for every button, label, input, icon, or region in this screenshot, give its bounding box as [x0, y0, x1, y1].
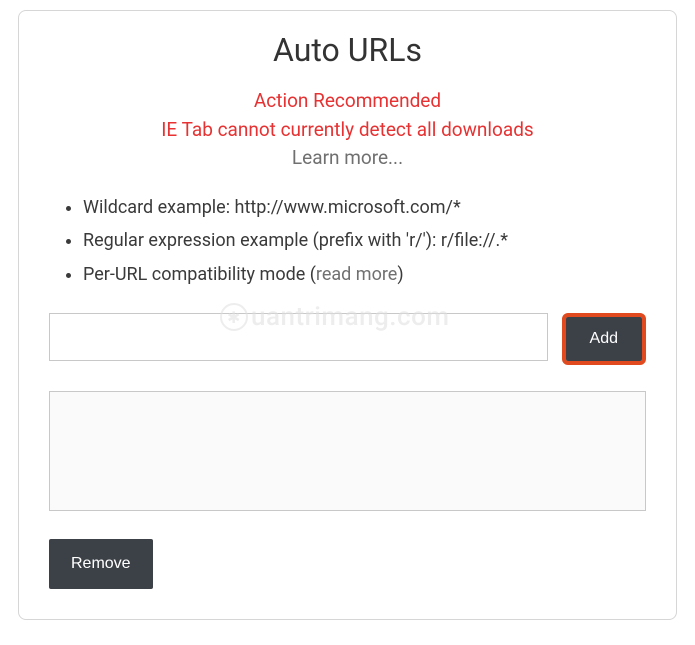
remove-button[interactable]: Remove [49, 539, 153, 589]
warning-line-1: Action Recommended [49, 87, 646, 116]
read-more-link[interactable]: read more [316, 264, 397, 285]
url-input[interactable] [49, 313, 548, 361]
example-regex: Regular expression example (prefix with … [83, 224, 646, 257]
add-row: Add [49, 313, 646, 365]
example-compat: Per-URL compatibility mode (read more) [83, 258, 646, 291]
examples-list: Wildcard example: http://www.microsoft.c… [83, 191, 646, 291]
example-compat-prefix: Per-URL compatibility mode ( [83, 264, 316, 285]
warning-line-2: IE Tab cannot currently detect all downl… [49, 116, 646, 145]
add-button-highlight: Add [562, 313, 646, 365]
learn-more-link[interactable]: Learn more... [292, 146, 403, 169]
page-title: Auto URLs [49, 31, 646, 69]
auto-urls-card: Auto URLs Action Recommended IE Tab cann… [18, 10, 677, 620]
add-button[interactable]: Add [566, 317, 642, 361]
url-list[interactable] [49, 391, 646, 511]
example-compat-suffix: ) [397, 264, 403, 285]
warning-block: Action Recommended IE Tab cannot current… [49, 87, 646, 169]
example-wildcard: Wildcard example: http://www.microsoft.c… [83, 191, 646, 224]
